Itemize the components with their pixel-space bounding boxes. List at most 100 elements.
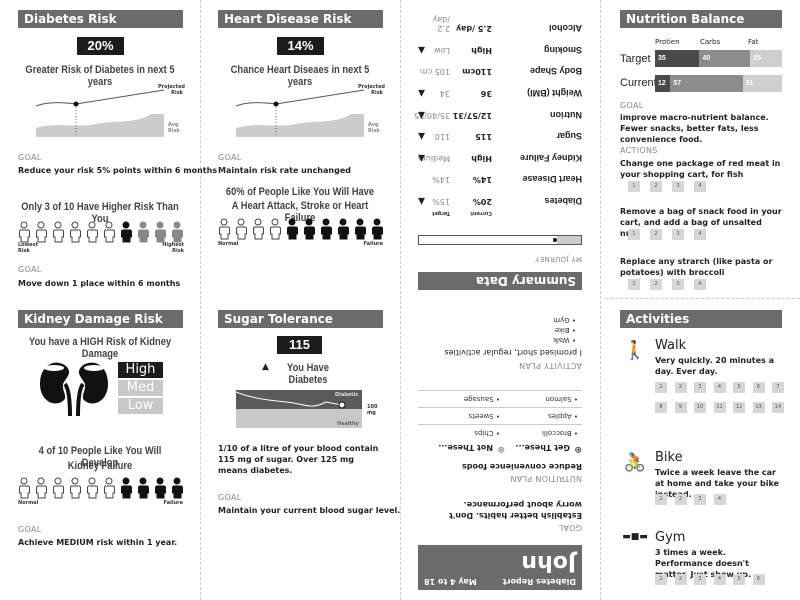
improve-arrow-icon: ▲ — [418, 109, 425, 120]
row-current: 12/57/31 — [452, 110, 492, 120]
divider — [418, 407, 582, 408]
day-checkbox[interactable]: 3 — [672, 181, 684, 192]
row-current: High — [471, 153, 492, 163]
activity-bullet: • Walk — [552, 336, 576, 344]
day-checkbox[interactable]: 3 — [672, 279, 684, 290]
day-checkbox[interactable]: 4 — [694, 279, 706, 290]
day-checkbox[interactable]: 1 — [655, 382, 667, 393]
row-target: 110 — [434, 132, 450, 142]
row-target: 2.2 /day — [432, 15, 450, 34]
people-title: Kidney Failure — [67, 460, 133, 472]
day-checkbox[interactable]: 4 — [694, 229, 706, 240]
activity-plan-label: ACTIVITY PLAN — [518, 361, 582, 370]
bar-segment-fat: 31 — [742, 75, 782, 92]
row-current: 115 — [475, 132, 492, 142]
day-checkbox[interactable]: 2 — [650, 181, 662, 192]
level-med: Med — [118, 380, 163, 396]
day-checkbox[interactable]: 2 — [674, 574, 687, 585]
day-checkbox[interactable]: 5 — [733, 574, 745, 585]
improve-arrow-icon: ▲ — [418, 131, 425, 142]
people-row — [18, 221, 183, 247]
summary-row: Alcohol 2.5 /day 2.2 /day — [418, 15, 582, 33]
get-these-label: Get These... — [515, 443, 570, 452]
day-checkbox[interactable]: 13 — [752, 402, 765, 413]
day-checkbox[interactable]: 14 — [772, 402, 784, 413]
row-current: High — [471, 45, 492, 55]
activity-plan: I promised short, regular activities — [444, 348, 582, 357]
row-label: Sugar — [556, 131, 582, 142]
row-target: 14% — [432, 175, 450, 185]
activity-desc: Very quickly. 20 minutes a day. Ever day… — [655, 356, 774, 376]
day-checkbox[interactable]: 5 — [733, 382, 745, 393]
day-checkbox[interactable]: 10 — [694, 402, 706, 413]
day-checkbox[interactable]: 1 — [628, 229, 640, 240]
row-label: Body Shape — [529, 66, 582, 77]
improve-arrow-icon: ▲ — [418, 44, 425, 55]
day-checkbox[interactable]: 3 — [694, 574, 706, 585]
day-checkbox[interactable]: 12 — [733, 402, 745, 413]
action-checkboxes: 1234 — [628, 181, 706, 192]
activities-header: Activities — [620, 310, 782, 328]
action-text: Replace any strarch (like pasta or potat… — [620, 257, 773, 277]
day-checkbox[interactable]: 1 — [655, 494, 667, 505]
day-checkbox[interactable]: 4 — [713, 574, 726, 585]
target-col-header: Target — [432, 210, 450, 216]
row-target: 34 — [439, 89, 450, 98]
day-checkbox[interactable]: 4 — [713, 494, 726, 505]
divider — [605, 298, 800, 299]
report-panel: Diabetes Report May 4 to 18 John GOAL Es… — [410, 0, 600, 600]
day-checkbox[interactable]: 1 — [628, 181, 640, 192]
people-title: 60% of People Like You Will Have — [225, 186, 375, 198]
target-bar: 35 40 25 — [655, 50, 782, 67]
nutrition-header: Nutrition Balance — [620, 10, 782, 28]
day-checkbox[interactable]: 1 — [655, 574, 667, 585]
actions-label: ACTIONS — [620, 146, 658, 155]
day-checkbox[interactable]: 2 — [650, 279, 662, 290]
sugar-warning: You Have Diabetes — [287, 362, 329, 386]
journey-bar — [418, 235, 582, 245]
report-name: John — [521, 550, 576, 575]
not-these-label: Not These... — [438, 443, 493, 452]
report-goal: Establish better habits. Don't worry abo… — [449, 500, 582, 520]
day-checkbox[interactable]: 11 — [713, 402, 726, 413]
day-checkbox[interactable]: 1 — [628, 279, 640, 290]
report-dates: May 4 to 18 — [424, 577, 477, 586]
current-col-header: Current — [470, 210, 492, 216]
kidney-icon — [40, 362, 108, 416]
projected-risk-label: Projected Risk — [358, 84, 385, 96]
col-protein: Protien — [655, 38, 680, 46]
day-checkbox[interactable]: 4 — [694, 181, 706, 192]
summary-row: Body Shape 110cm 105 cm — [418, 64, 582, 76]
day-checkbox[interactable]: 2 — [674, 382, 687, 393]
healthy-label: Healthy — [337, 421, 359, 427]
day-checkbox[interactable]: 7 — [772, 382, 784, 393]
diabetes-goal: Reduce your risk 5% points within 6 mont… — [18, 166, 218, 175]
level-low: Low — [118, 398, 163, 414]
day-checkbox[interactable]: 3 — [694, 382, 706, 393]
report-title: Diabetes Report — [502, 577, 576, 586]
day-checkbox[interactable]: 9 — [674, 402, 687, 413]
day-checkbox[interactable]: 6 — [752, 382, 765, 393]
person-outline-icon — [52, 477, 64, 503]
person-outline-icon — [269, 218, 281, 244]
person-outline-icon — [52, 221, 64, 247]
action-checkboxes: 1234 — [628, 229, 706, 240]
bar-segment-fat: 25 — [750, 50, 782, 67]
day-checkbox[interactable]: 8 — [655, 402, 667, 413]
failure-label: Failure — [163, 500, 183, 506]
day-checkbox[interactable]: 6 — [752, 574, 765, 585]
goal-label: GOAL — [558, 523, 583, 532]
activity-bullet: • Gym — [553, 316, 576, 324]
row-current: 20% — [472, 197, 492, 206]
day-checkbox[interactable]: 3 — [694, 494, 706, 505]
day-checkbox[interactable]: 2 — [674, 494, 687, 505]
goal-label: GOAL — [18, 265, 42, 274]
day-checkbox[interactable]: 3 — [672, 229, 684, 240]
get-item: • Salmon — [545, 395, 578, 403]
bike-icon: 🚴 — [623, 452, 647, 473]
diabetic-label: Diabetic — [335, 392, 359, 398]
day-checkbox[interactable]: 4 — [713, 382, 726, 393]
day-checkbox[interactable]: 2 — [650, 229, 662, 240]
threshold-label: 100 mg — [367, 404, 378, 416]
nutrition-goal: improve macro-nutrient balance. Fewer sn… — [620, 113, 769, 144]
